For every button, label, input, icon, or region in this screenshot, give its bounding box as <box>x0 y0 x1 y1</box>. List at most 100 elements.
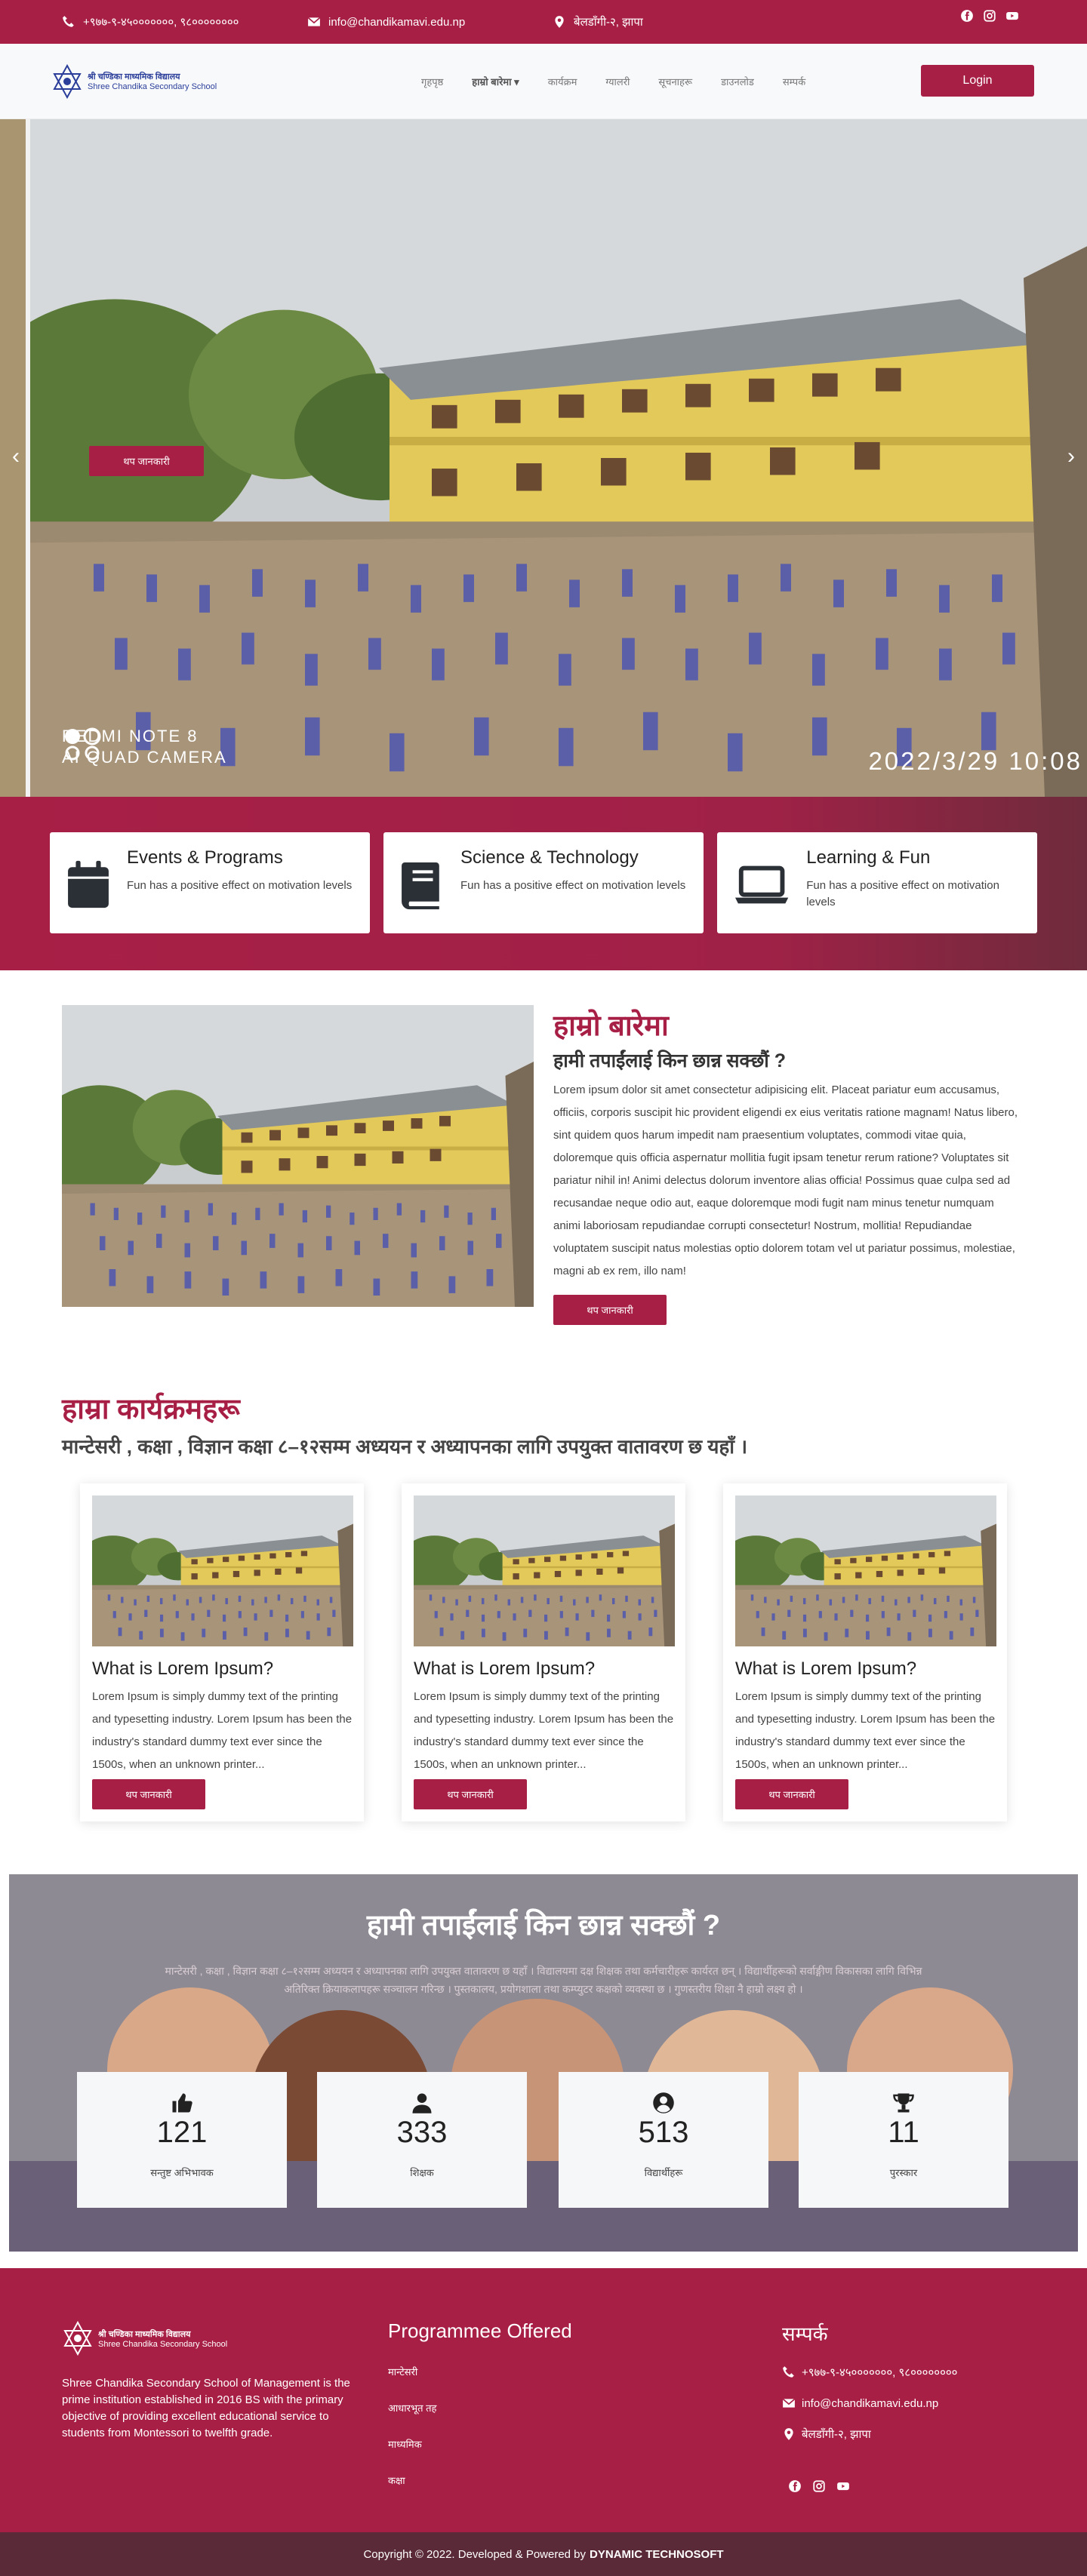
envelope-icon <box>307 17 321 26</box>
stats-title: हामी तपाईंलाई किन छान्न सक्छौं ? <box>366 1910 721 1941</box>
stat-label: शिक्षक <box>410 2167 434 2178</box>
program-card-text: Lorem Ipsum is simply dummy text of the … <box>735 1690 996 1771</box>
top-contact-bar: +९७७-९-४५०००००००, ९८०००००००० info@chandi… <box>0 0 1087 44</box>
footer-programme-link[interactable]: कक्षा <box>388 2473 436 2487</box>
hero-more-button[interactable]: थप जानकारी <box>89 446 204 476</box>
footer-programme-link[interactable]: माध्यमिक <box>388 2437 436 2451</box>
user-icon <box>412 2093 432 2113</box>
topbar-email[interactable]: info@chandikamavi.edu.np <box>307 15 553 29</box>
stats-section: हामी तपाईंलाई किन छान्न सक्छौं ? मान्टेस… <box>9 1874 1078 2252</box>
facebook-icon[interactable] <box>960 9 974 23</box>
calendar-icon <box>68 860 109 908</box>
site-footer: श्री चण्डिका माध्यमिक विद्यालय Shree Cha… <box>0 2268 1087 2532</box>
map-pin-icon <box>784 2428 793 2440</box>
feature-card-science[interactable]: Science & Technology Fun has a positive … <box>383 832 704 933</box>
program-card-title: What is Lorem Ipsum? <box>92 1658 274 1679</box>
about-more-button[interactable]: थप जानकारी <box>553 1295 667 1325</box>
footer-programme-link[interactable]: आधारभूत तह <box>388 2401 436 2415</box>
copyright-bar: Copyright © 2022. Developed & Powered by… <box>0 2532 1087 2576</box>
site-logo[interactable]: श्री चण्डिका माध्यमिक विद्यालय Shree Cha… <box>51 63 368 99</box>
stat-label: विद्यार्थीहरू <box>644 2167 683 2178</box>
program-card-image <box>414 1495 675 1646</box>
instagram-icon[interactable] <box>812 2479 826 2493</box>
about-text: Lorem ipsum dolor sit amet consectetur a… <box>553 1084 1018 1277</box>
feature-text: Fun has a positive effect on motivation … <box>460 879 686 892</box>
footer-name-en: Shree Chandika Secondary School <box>98 2339 228 2349</box>
stat-value: 121 <box>156 2116 208 2149</box>
chevron-down-icon: ▾ <box>514 75 519 88</box>
feature-title: Events & Programs <box>127 847 283 868</box>
programs-title: हाम्रा कार्यक्रमहरू <box>62 1394 240 1425</box>
footer-programmes-list: मान्टेसरी आधारभूत तह माध्यमिक कक्षा <box>388 2365 436 2510</box>
stat-card: 11 पुरस्कार <box>799 2072 1008 2208</box>
nav-item-about[interactable]: हाम्रो बारेमा ▾ <box>472 75 519 88</box>
youtube-icon[interactable] <box>1005 9 1019 23</box>
footer-email[interactable]: info@chandikamavi.edu.np <box>782 2396 958 2410</box>
footer-name-np: श्री चण्डिका माध्यमिक विद्यालय <box>98 2329 191 2339</box>
school-emblem-icon <box>53 63 82 99</box>
school-emblem-icon <box>63 2321 92 2356</box>
program-card-text: Lorem Ipsum is simply dummy text of the … <box>414 1690 674 1771</box>
footer-social-links <box>788 2479 850 2493</box>
user-circle-icon <box>653 2092 674 2113</box>
stat-card: 121 सन्तुष्ट अभिभावक <box>77 2072 287 2208</box>
book-icon <box>402 862 439 910</box>
footer-email-text: info@chandikamavi.edu.np <box>802 2396 939 2410</box>
topbar-email-text: info@chandikamavi.edu.np <box>328 15 466 29</box>
slider-next-arrow[interactable]: › <box>1067 444 1075 469</box>
feature-card-events[interactable]: Events & Programs Fun has a positive eff… <box>50 832 370 933</box>
feature-title: Science & Technology <box>460 847 639 868</box>
program-card-title: What is Lorem Ipsum? <box>735 1658 917 1679</box>
nav-item-notices[interactable]: सूचनाहरू <box>658 75 692 88</box>
trophy-icon <box>893 2093 914 2113</box>
logo-name-np: श्री चण्डिका माध्यमिक विद्यालय <box>88 72 180 81</box>
program-card-image <box>92 1495 353 1646</box>
programs-subtitle: मान्टेसरी , कक्षा , विज्ञान कक्षा ८–१२सम… <box>62 1435 748 1458</box>
stat-value: 11 <box>888 2116 919 2149</box>
nav-item-home[interactable]: गृहपृष्ठ <box>421 75 443 88</box>
program-card-title: What is Lorem Ipsum? <box>414 1658 596 1679</box>
footer-contact-title: सम्पर्क <box>782 2322 828 2345</box>
about-title: हाम्रो बारेमा <box>553 1010 669 1042</box>
logo-name-en: Shree Chandika Secondary School <box>88 82 217 91</box>
slider-prev-arrow[interactable]: ‹ <box>12 444 20 469</box>
stat-card: 513 विद्यार्थीहरू <box>559 2072 768 2208</box>
phone-icon <box>783 2366 794 2378</box>
youtube-icon[interactable] <box>836 2479 850 2493</box>
stat-label: पुरस्कार <box>889 2167 918 2178</box>
footer-contact: +९७७-९-४५०००००००, ९८०००००००० info@chandi… <box>782 2365 958 2458</box>
program-card-more-button[interactable]: थप जानकारी <box>735 1779 848 1809</box>
footer-description: Shree Chandika Secondary School of Manag… <box>62 2377 350 2439</box>
footer-address: बेलडाँगी-२, झापा <box>782 2427 958 2442</box>
photo-datestamp: 2022/3/29 10:08 <box>868 747 1082 775</box>
footer-phone[interactable]: +९७७-९-४५०००००००, ९८०००००००० <box>782 2365 958 2380</box>
topbar-phone[interactable]: +९७७-९-४५०००००००, ९८०००००००० <box>62 14 307 29</box>
feature-text: Fun has a positive effect on motivation … <box>127 879 353 892</box>
copyright-text: Copyright © 2022. Developed & Powered by <box>363 2547 587 2561</box>
feature-text: Fun has a positive effect on motivation … <box>806 879 999 908</box>
features-band: Events & Programs Fun has a positive eff… <box>0 797 1087 970</box>
facebook-icon[interactable] <box>788 2479 802 2493</box>
login-button[interactable]: Login <box>921 65 1034 97</box>
program-card-more-button[interactable]: थप जानकारी <box>414 1779 527 1809</box>
nav-item-contact[interactable]: सम्पर्क <box>783 75 805 88</box>
stat-value: 333 <box>396 2116 448 2149</box>
thumbs-up-icon <box>172 2093 192 2113</box>
map-pin-icon <box>555 16 564 28</box>
copyright-company-link[interactable]: DYNAMIC TECHNOSOFT <box>590 2548 724 2561</box>
nav-item-programs[interactable]: कार्यक्रम <box>548 75 577 88</box>
main-navbar: श्री चण्डिका माध्यमिक विद्यालय Shree Cha… <box>0 44 1087 119</box>
footer-logo[interactable]: श्री चण्डिका माध्यमिक विद्यालय Shree Cha… <box>62 2321 227 2356</box>
footer-address-text: बेलडाँगी-२, झापा <box>802 2428 871 2441</box>
phone-icon <box>63 16 74 27</box>
program-card-text: Lorem Ipsum is simply dummy text of the … <box>92 1690 353 1771</box>
nav-item-downloads[interactable]: डाउनलोड <box>721 75 754 88</box>
stat-card: 333 शिक्षक <box>317 2072 527 2208</box>
stats-text: मान्टेसरी , कक्षा , विज्ञान कक्षा ८–१२सम… <box>165 1965 922 1995</box>
program-card-more-button[interactable]: थप जानकारी <box>92 1779 205 1809</box>
feature-title: Learning & Fun <box>806 847 931 868</box>
feature-card-learning[interactable]: Learning & Fun Fun has a positive effect… <box>717 832 1037 933</box>
instagram-icon[interactable] <box>983 9 996 23</box>
footer-programme-link[interactable]: मान्टेसरी <box>388 2365 436 2378</box>
nav-item-gallery[interactable]: ग्यालरी <box>605 75 630 88</box>
